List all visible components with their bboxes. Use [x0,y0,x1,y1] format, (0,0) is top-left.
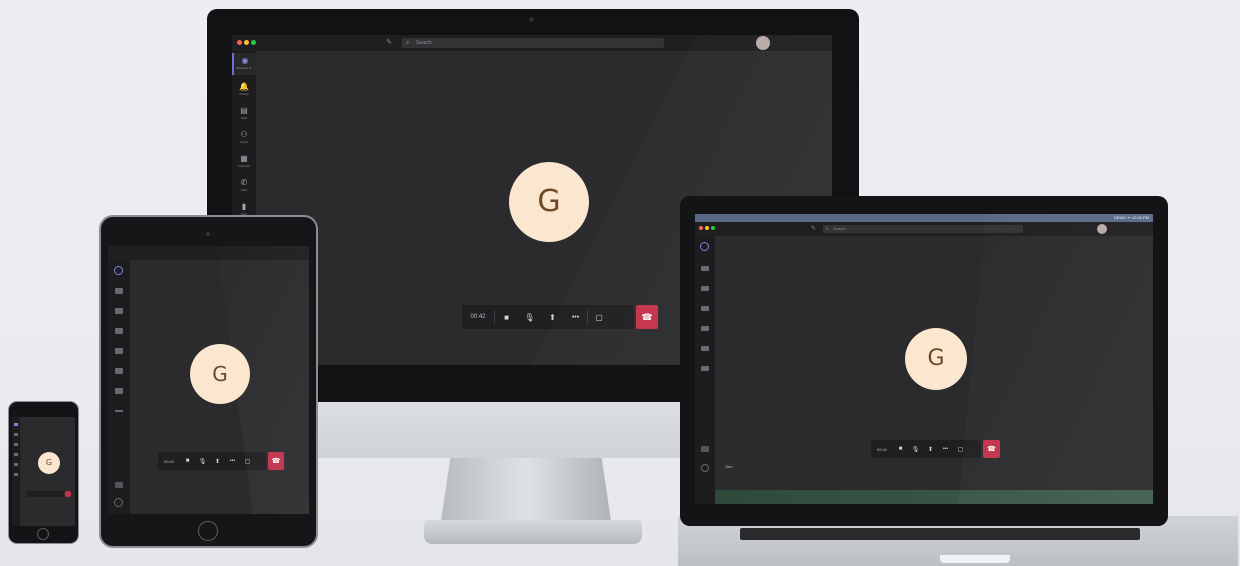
hang-up-button[interactable] [65,491,71,497]
calendar-icon[interactable] [701,326,709,331]
close-window-dot[interactable] [237,40,242,45]
call-controls: · · · · · [26,491,64,497]
app-rail [12,417,20,526]
laptop-keyboard [740,528,1140,540]
calendar-icon[interactable] [14,463,18,466]
close-window-dot[interactable] [699,226,703,230]
monitor-camera [529,17,534,22]
teams-icon[interactable] [14,453,18,456]
camera-toggle-button[interactable]: ■ [180,458,195,464]
bell-icon[interactable] [14,433,18,436]
monitor-stand-base [424,520,642,544]
camera-toggle-button[interactable]: ■ [495,313,518,322]
teams-icon: ⚇ [240,130,248,139]
mic-icon: 🎙 [198,458,207,465]
video-icon: ■ [898,446,903,452]
team-icon: ◉ [241,56,249,65]
video-icon: ■ [185,458,190,464]
camera-toggle-button[interactable]: ■ [893,446,908,452]
mic-toggle-button[interactable]: 🎙 [908,446,923,453]
apps-icon[interactable] [115,482,123,488]
bell-icon[interactable] [701,266,709,271]
rail-item-active[interactable]: ◉ Bellevue S... [232,53,256,75]
share-screen-button[interactable]: ⬆ [210,458,225,465]
search-icon: ⌕ [826,226,829,232]
team-icon[interactable] [700,242,709,251]
minimize-window-dot[interactable] [705,226,709,230]
maximize-window-dot[interactable] [711,226,715,230]
help-icon[interactable] [114,498,123,507]
call-timer: 00:42 [470,314,486,320]
tablet-camera [206,232,210,236]
teams-icon[interactable] [115,328,123,334]
laptop-notch [940,555,1010,563]
more-options-button[interactable]: ••• [225,458,240,464]
teams-icon[interactable] [701,306,709,311]
participant-avatar: G [38,452,60,474]
video-icon: ■ [504,312,509,322]
apps-icon[interactable] [701,446,709,452]
compose-icon[interactable]: ✎ [811,225,816,232]
chat-bubble-icon: ▢ [957,446,964,453]
team-icon[interactable] [114,266,123,275]
help-icon[interactable] [701,464,709,472]
laptop-screen: DEMO ᯤ 12:00 PM ✎ ⌕ Search G 00:42 ■ 🎙 ⬆… [695,214,1153,504]
rail-item-activity[interactable]: 🔔 Activity [232,79,256,101]
phone-icon[interactable] [115,368,123,374]
rail-item-calls[interactable]: ✆ Calls [232,175,256,197]
monitor-stand [440,458,612,528]
tablet-screen: G 00:42 ■ 🎙 ⬆ ••• ▢ ☎ [108,246,309,514]
chat-icon[interactable] [701,286,709,291]
file-icon[interactable] [701,366,709,371]
tablet-home-button[interactable] [198,521,218,541]
app-rail [695,236,715,504]
search-icon: ⌕ [406,40,410,46]
calendar-icon[interactable] [115,348,123,354]
more-options-button[interactable]: ••• [938,446,953,452]
rail-item-calendar[interactable]: ▦ Calendar [232,151,256,173]
participant-avatar: G [905,328,967,390]
search-input[interactable]: ⌕ Search [402,38,664,48]
mic-icon: 🎙 [524,312,535,322]
mic-toggle-button[interactable]: 🎙 [195,458,210,465]
more-options-button[interactable]: · [50,491,56,497]
more-apps-icon[interactable] [115,410,123,412]
rail-item-teams[interactable]: ⚇ Teams [232,127,256,149]
phone-home-button[interactable] [37,528,49,540]
maximize-window-dot[interactable] [251,40,256,45]
call-timer: 00:42 [163,458,174,464]
mic-toggle-button[interactable]: 🎙 [518,313,541,322]
more-icon: ••• [942,446,949,452]
calendar-icon: ▦ [240,154,248,163]
bell-icon: 🔔 [239,82,249,91]
team-icon[interactable] [14,423,18,426]
file-icon[interactable] [115,388,123,394]
phone-icon[interactable] [14,473,18,476]
phone-icon[interactable] [701,346,709,351]
more-icon: ••• [229,458,236,464]
chat-icon[interactable] [14,443,18,446]
mic-icon: 🎙 [911,446,920,453]
share-icon: ⬆ [927,446,934,453]
chat-icon[interactable] [115,308,123,314]
participant-avatar: G [509,162,589,242]
caption-label: Gen [725,464,733,469]
file-icon: ▮ [241,202,247,211]
compose-icon[interactable]: ✎ [386,38,392,46]
share-icon: ⬆ [214,458,221,465]
app-rail [108,260,130,514]
phone-screen: G · · · · · [12,417,75,526]
call-timer: 00:42 [876,446,887,452]
bell-icon[interactable] [115,288,123,294]
phone-icon: ✆ [240,178,248,187]
rail-item-chat[interactable]: ▤ Chat [232,103,256,125]
share-screen-button[interactable]: ⬆ [923,446,938,453]
minimize-window-dot[interactable] [244,40,249,45]
chat-icon: ▤ [240,106,248,115]
